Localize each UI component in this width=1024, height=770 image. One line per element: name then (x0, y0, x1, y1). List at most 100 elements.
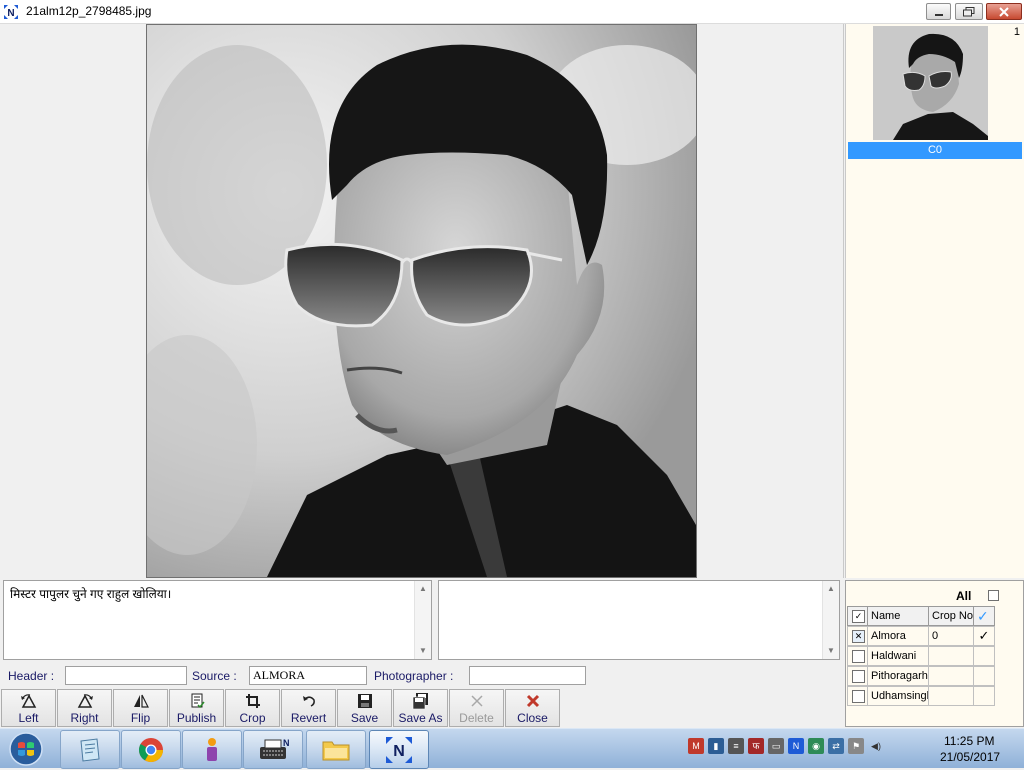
row-crop-number[interactable] (928, 686, 974, 706)
thumbnail-panel[interactable]: 1 C0 (845, 24, 1024, 578)
scroll-down-icon[interactable]: ▼ (823, 643, 839, 659)
row-name[interactable]: Pithoragarh (867, 666, 929, 686)
close-window-button[interactable] (986, 3, 1022, 20)
action-center-icon[interactable]: ⚑ (848, 738, 864, 754)
column-header-check-icon[interactable]: ✓ (973, 606, 995, 626)
row-crop-number[interactable]: 0 (928, 626, 974, 646)
row-selected-indicator[interactable]: ✓ (973, 626, 995, 646)
chrome-icon (138, 737, 163, 762)
publish-button[interactable]: Publish (169, 689, 224, 727)
notepad-icon (80, 737, 100, 762)
shield-icon[interactable]: M (688, 738, 704, 754)
notes-scrollbar[interactable]: ▲ ▼ (822, 581, 839, 659)
photographer-label: Photographer : (374, 669, 454, 683)
delete-icon (470, 695, 483, 707)
rotate-left-button[interactable]: Left (1, 689, 56, 727)
title-bar[interactable]: N 21alm12p_2798485.jpg (0, 0, 1024, 24)
row-selected-indicator[interactable] (973, 646, 995, 666)
user-app-icon (207, 737, 217, 761)
photo-tray-icon[interactable]: N (788, 738, 804, 754)
rotate-right-button[interactable]: Right (57, 689, 112, 727)
column-header-crop[interactable]: Crop No (928, 606, 974, 626)
thumbnail-caption[interactable]: C0 (848, 142, 1022, 159)
taskbar-chrome[interactable] (121, 730, 181, 769)
app-badge-icon[interactable]: फ (748, 738, 764, 754)
caption-textarea[interactable]: मिस्टर पापुलर चुने गए राहुल खोलिया। ▲ ▼ (3, 580, 432, 660)
header-label: Header : (8, 669, 55, 683)
save-button[interactable]: Save (337, 689, 392, 727)
scroll-up-icon[interactable]: ▲ (415, 581, 431, 597)
row-name[interactable]: Haldwani (867, 646, 929, 666)
taskbar: N N M ▮ ≡ फ ▭ N ◉ ⇄ ⚑ ◀) 11:25 PM 21/05/… (0, 728, 1024, 769)
row-crop-number[interactable] (928, 666, 974, 686)
taskbar-photo-app[interactable]: N (369, 730, 429, 769)
crop-label: Crop (239, 711, 266, 725)
district-panel: All ✓ Name Crop No ✓ ✕ Almora 0 ✓ Haldwani Pi… (845, 580, 1024, 727)
flip-label: Flip (130, 711, 151, 725)
row-selected-indicator[interactable] (973, 686, 995, 706)
row-checkbox[interactable] (852, 670, 865, 683)
row-checkbox[interactable] (852, 650, 865, 663)
select-all-checkbox[interactable] (988, 590, 999, 601)
revert-button[interactable]: Revert (281, 689, 336, 727)
thumbnail-index: 1 (1013, 26, 1020, 38)
minimize-button[interactable] (926, 3, 951, 20)
row-check-cell[interactable] (847, 686, 868, 706)
crop-icon (245, 694, 260, 708)
row-name[interactable]: Udhamsingh (867, 686, 929, 706)
globe-icon[interactable]: ◉ (808, 738, 824, 754)
typewriter-icon: N (260, 738, 290, 759)
caption-scrollbar[interactable]: ▲ ▼ (414, 581, 431, 659)
start-button[interactable] (4, 731, 48, 767)
thumbnail-image[interactable] (873, 26, 988, 140)
crop-button[interactable]: Crop (225, 689, 280, 727)
row-crop-number[interactable] (928, 646, 974, 666)
save-label: Save (350, 711, 379, 725)
rotate-right-icon (77, 694, 93, 708)
taskbar-typewriter[interactable]: N (243, 730, 303, 769)
column-header-name[interactable]: Name (867, 606, 929, 626)
usb-icon[interactable]: ▭ (768, 738, 784, 754)
svg-text:N: N (283, 738, 290, 748)
source-input[interactable]: ALMORA (249, 666, 367, 685)
row-selected-indicator[interactable] (973, 666, 995, 686)
volume-icon[interactable]: ◀) (868, 738, 884, 754)
notes-textarea[interactable]: ▲ ▼ (438, 580, 840, 660)
source-label: Source : (192, 669, 237, 683)
photo-app-icon: N (386, 736, 412, 763)
save-as-button[interactable]: Save As (393, 689, 448, 727)
main-photo[interactable] (146, 24, 697, 578)
taskbar-user-app[interactable] (182, 730, 242, 769)
photographer-input[interactable] (469, 666, 586, 685)
row-checkbox[interactable] (852, 690, 865, 703)
printer-icon[interactable]: ≡ (728, 738, 744, 754)
taskbar-notepad[interactable] (60, 730, 120, 769)
delete-button[interactable]: Delete (449, 689, 504, 727)
row-check-cell[interactable] (847, 646, 868, 666)
image-viewer[interactable] (0, 24, 844, 578)
row-check-cell[interactable]: ✕ (847, 626, 868, 646)
sync-icon[interactable]: ⇄ (828, 738, 844, 754)
close-label: Close (517, 711, 548, 725)
row-check-cell[interactable] (847, 666, 868, 686)
all-label: All (956, 589, 972, 603)
taskbar-file-explorer[interactable] (306, 730, 366, 769)
header-checkbox[interactable]: ✓ (852, 610, 865, 623)
revert-label: Revert (290, 711, 327, 725)
row-name[interactable]: Almora (867, 626, 929, 646)
row-checkbox[interactable]: ✕ (852, 630, 865, 643)
scroll-up-icon[interactable]: ▲ (823, 581, 839, 597)
delete-label: Delete (459, 711, 494, 725)
network-drive-icon[interactable]: ▮ (708, 738, 724, 754)
header-check-cell[interactable]: ✓ (847, 606, 868, 626)
close-button[interactable]: Close (505, 689, 560, 727)
header-input[interactable] (65, 666, 187, 685)
scroll-down-icon[interactable]: ▼ (415, 643, 431, 659)
clock-time[interactable]: 11:25 PM (944, 734, 994, 748)
minimize-icon (934, 13, 943, 16)
close-icon (999, 6, 1009, 17)
restore-button[interactable] (955, 3, 983, 20)
flip-button[interactable]: Flip (113, 689, 168, 727)
restore-icon (963, 6, 975, 16)
clock-date[interactable]: 21/05/2017 (940, 750, 1000, 764)
